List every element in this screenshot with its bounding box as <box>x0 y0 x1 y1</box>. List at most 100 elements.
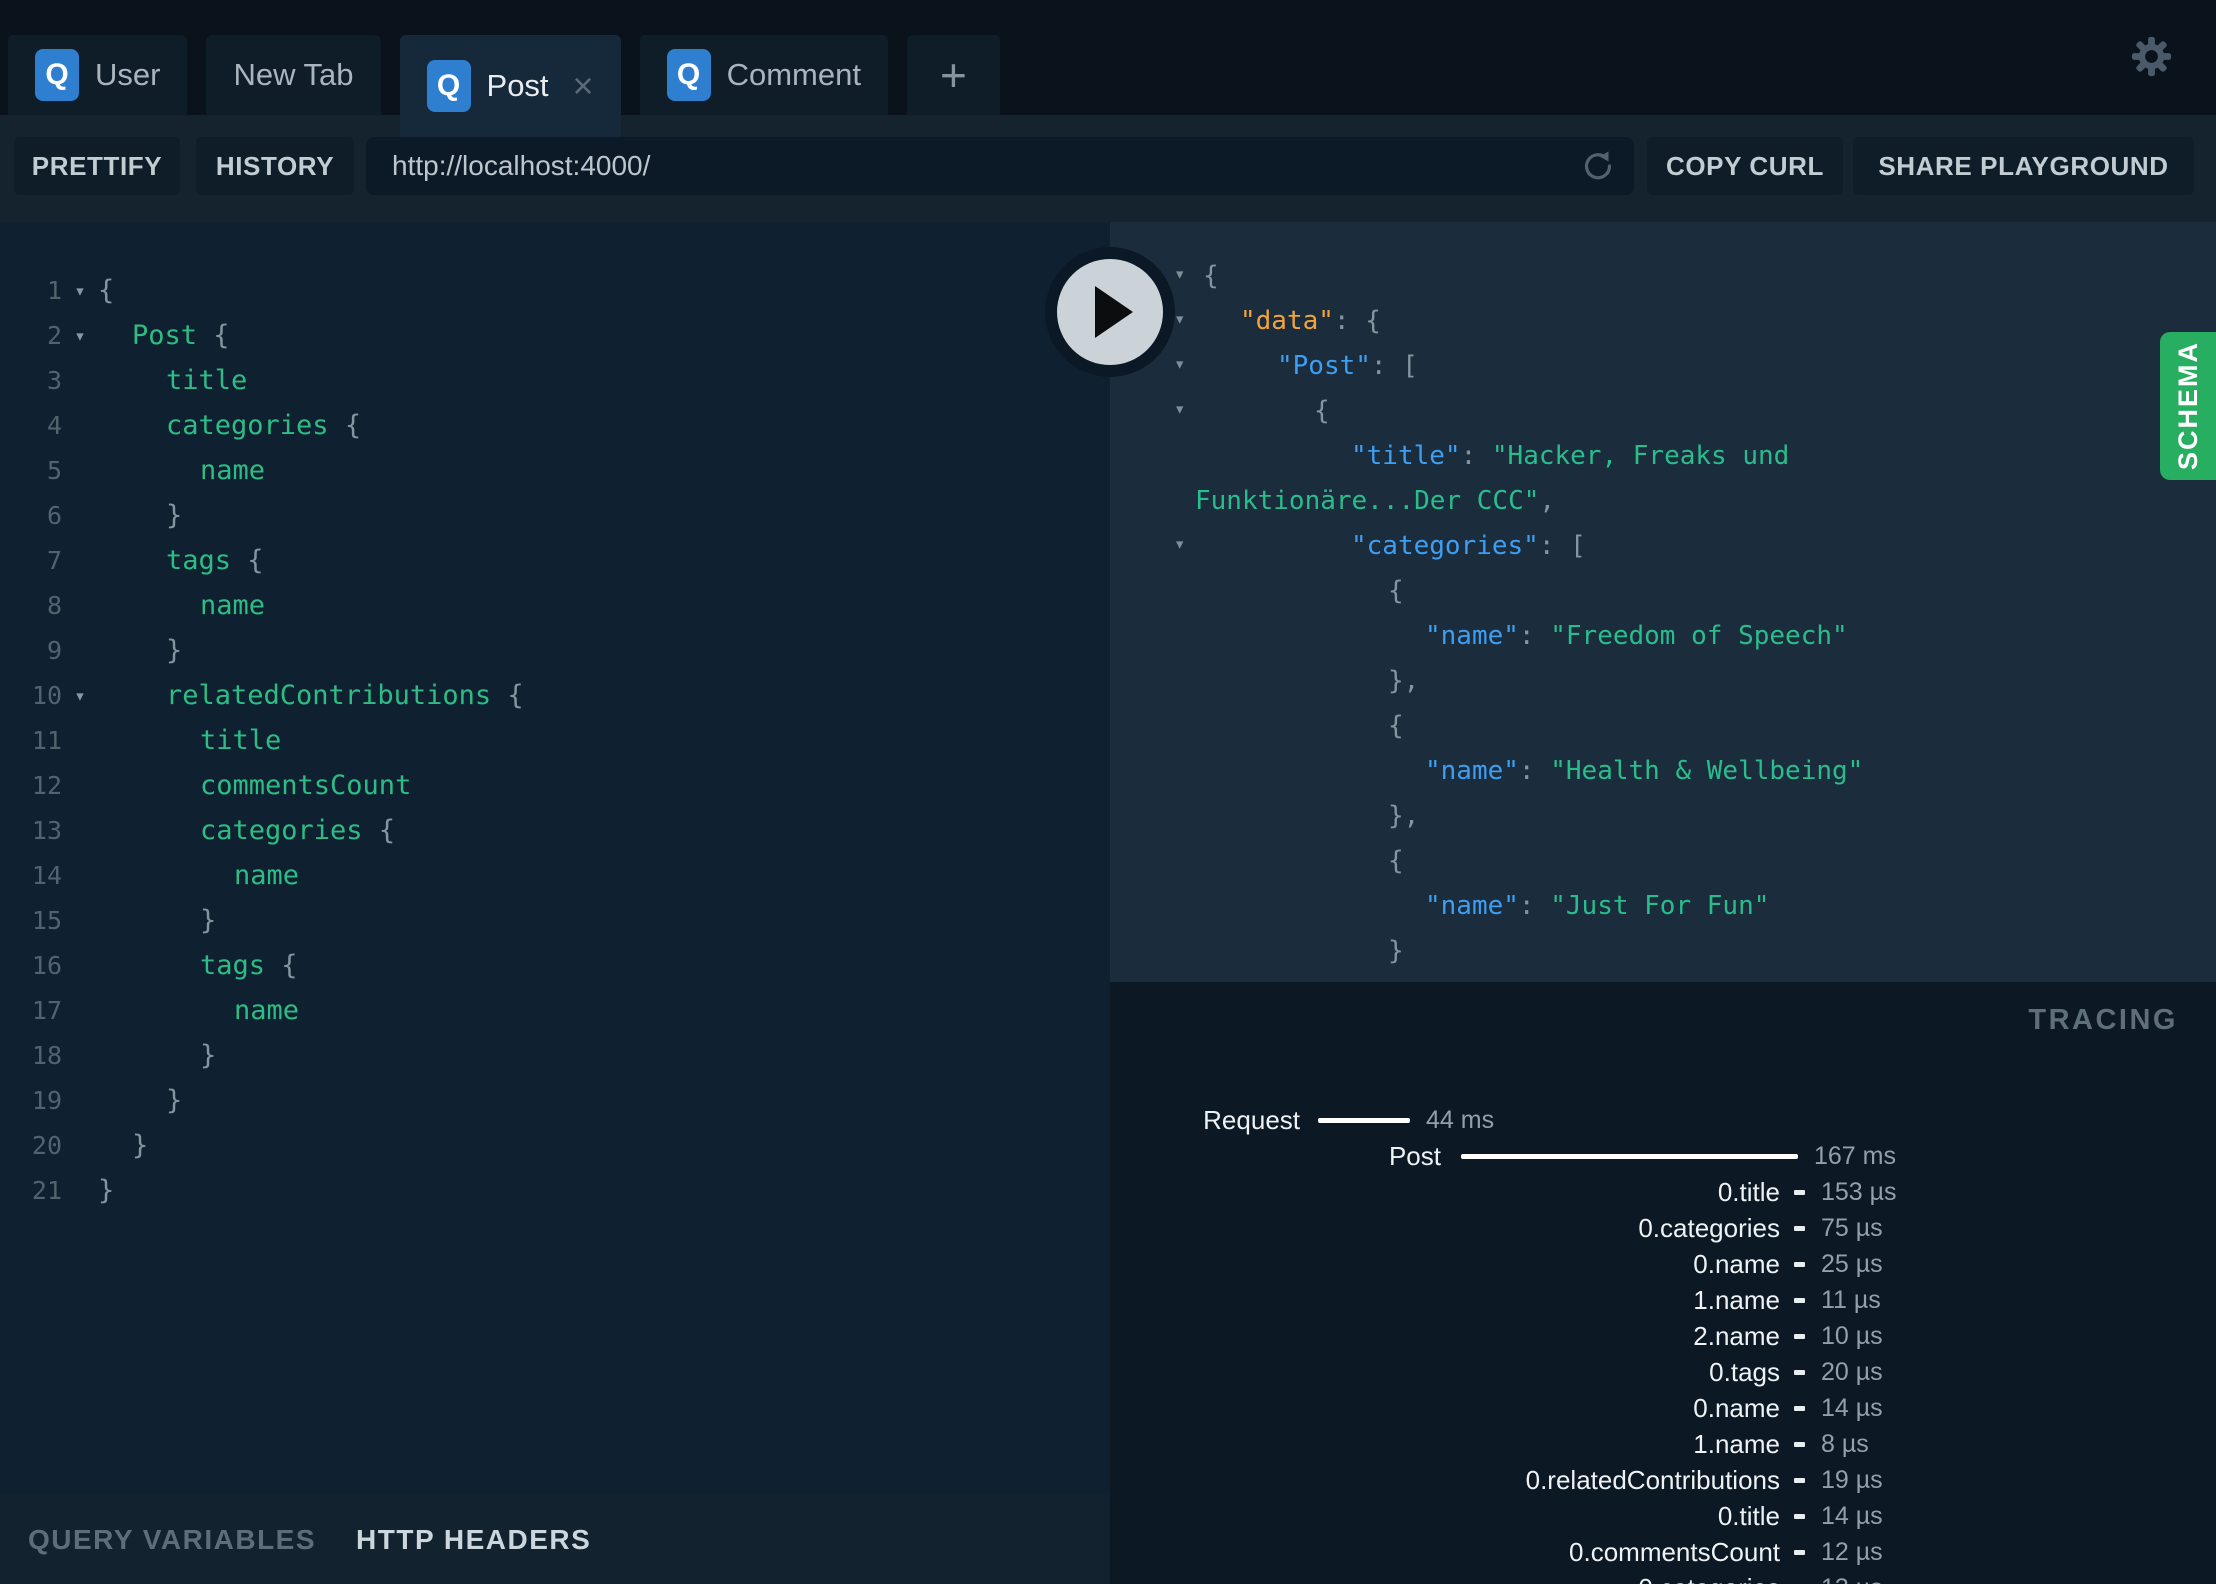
tracing-row: 0.title 153 µs <box>1110 1174 2216 1210</box>
code-token: title <box>166 365 248 396</box>
line-number: 6 <box>46 501 62 530</box>
response-line: { <box>1110 568 2216 613</box>
query-editor[interactable]: 1 ▾{2 ▾ Post {3 title 4 categories {5 name 6} 7 ta… <box>0 222 1110 1495</box>
tracing-row: 0.name 14 µs <box>1110 1390 2216 1426</box>
editor-line[interactable]: 12 commentsCount <box>0 763 1110 808</box>
code-text: } <box>1388 936 1404 966</box>
fold-arrow-icon[interactable]: ▾ <box>1174 310 1185 329</box>
code-text: } <box>98 500 182 531</box>
http-headers-tab[interactable]: HTTP HEADERS <box>356 1524 591 1556</box>
code-text: "title": "Hacker, Freaks und <box>1351 441 1789 471</box>
code-text: Funktionäre...Der CCC", <box>1195 486 1555 516</box>
code-token: { <box>1314 395 1330 426</box>
response-line: }, <box>1110 658 2216 703</box>
editor-line[interactable]: 13 categories { <box>0 808 1110 853</box>
editor-line[interactable]: 20} <box>0 1123 1110 1168</box>
tracing-row: 0.commentsCount 12 µs <box>1110 1534 2216 1570</box>
fold-arrow-icon[interactable]: ▾ <box>62 280 98 302</box>
editor-line[interactable]: 8 name <box>0 583 1110 628</box>
code-text: "categories": [ <box>1351 531 1586 561</box>
fold-arrow-icon[interactable]: ▾ <box>1174 400 1185 419</box>
tracing-time: 153 µs <box>1821 1177 1897 1206</box>
line-number: 1 <box>46 276 62 305</box>
code-text: "name": "Just For Fun" <box>1425 891 1769 921</box>
history-button[interactable]: HISTORY <box>196 137 354 195</box>
tracing-label: Request <box>1203 1104 1300 1135</box>
share-playground-button[interactable]: SHARE PLAYGROUND <box>1853 137 2194 195</box>
tracing-row: 0.title 14 µs <box>1110 1498 2216 1534</box>
line-number: 5 <box>46 456 62 485</box>
execute-button[interactable] <box>1045 247 1175 377</box>
query-badge-icon: Q <box>666 49 711 101</box>
editor-line[interactable]: 19} <box>0 1078 1110 1123</box>
editor-line[interactable]: 1 ▾{ <box>0 268 1110 313</box>
editor-line[interactable]: 16 tags { <box>0 943 1110 988</box>
code-token: { <box>328 410 362 441</box>
editor-line[interactable]: 21} <box>0 1168 1110 1213</box>
add-tab-button[interactable]: + <box>906 35 1000 115</box>
editor-line[interactable]: 14 name <box>0 853 1110 898</box>
editor-line[interactable]: 3 title <box>0 358 1110 403</box>
tracing-label: 0.title <box>1717 1176 1780 1207</box>
fold-arrow-icon[interactable]: ▾ <box>1174 265 1185 284</box>
code-text: }, <box>1388 801 1419 831</box>
line-number: 21 <box>31 1176 62 1205</box>
fold-arrow-icon[interactable]: ▾ <box>62 685 98 707</box>
code-token: { <box>98 275 115 306</box>
code-token: "name" <box>1425 620 1519 651</box>
code-token: } <box>132 1130 149 1161</box>
copy-curl-button[interactable]: COPY CURL <box>1647 137 1843 195</box>
code-text: "name": "Health & Wellbeing" <box>1425 756 1863 786</box>
tab-bar-region: Q User New Tab Q Post × Q Comment + <box>0 0 2216 137</box>
code-token: } <box>1388 935 1404 966</box>
code-token: { <box>362 815 396 846</box>
tracing-tick-icon <box>1794 1513 1805 1519</box>
response-line: Funktionäre...Der CCC", <box>1110 478 2216 523</box>
line-number: 10 <box>31 681 62 710</box>
editor-line[interactable]: 17 name <box>0 988 1110 1033</box>
reload-icon[interactable] <box>1580 148 1616 184</box>
close-icon[interactable]: × <box>573 68 594 104</box>
tab-post[interactable]: Q Post × <box>399 35 621 137</box>
code-text: commentsCount <box>98 770 411 801</box>
editor-footer: QUERY VARIABLES HTTP HEADERS <box>0 1495 1110 1584</box>
code-token: { <box>1203 260 1219 291</box>
code-token: tags <box>166 545 232 576</box>
editor-line[interactable]: 5 name <box>0 448 1110 493</box>
editor-line[interactable]: 15} <box>0 898 1110 943</box>
url-input[interactable] <box>366 137 1634 195</box>
code-text: title <box>98 365 247 396</box>
editor-line[interactable]: 4 categories { <box>0 403 1110 448</box>
schema-tab[interactable]: SCHEMA <box>2160 332 2216 480</box>
tracing-row: Request 44 ms <box>1110 1102 2216 1138</box>
tracing-tick-icon <box>1794 1225 1805 1231</box>
editor-line[interactable]: 18} <box>0 1033 1110 1078</box>
editor-line[interactable]: 11 title <box>0 718 1110 763</box>
tracing-time: 20 µs <box>1821 1357 1883 1386</box>
prettify-button[interactable]: PRETTIFY <box>14 137 180 195</box>
fold-arrow-icon[interactable]: ▾ <box>62 325 98 347</box>
editor-line[interactable]: 9} <box>0 628 1110 673</box>
tab-user[interactable]: Q User <box>8 35 188 115</box>
tracing-label: 1.name <box>1693 1284 1780 1315</box>
tracing-row: 0.categories 75 µs <box>1110 1210 2216 1246</box>
query-variables-tab[interactable]: QUERY VARIABLES <box>28 1524 316 1556</box>
fold-arrow-icon[interactable]: ▾ <box>1174 535 1185 554</box>
code-token: } <box>166 500 183 531</box>
editor-line[interactable]: 2 ▾ Post { <box>0 313 1110 358</box>
tab-comment[interactable]: Q Comment <box>639 35 888 115</box>
tracing-row: 2.name 10 µs <box>1110 1318 2216 1354</box>
code-token: : [ <box>1538 530 1586 561</box>
tab-new-tab[interactable]: New Tab <box>206 35 381 115</box>
code-token: "data" <box>1240 305 1334 336</box>
code-text: "data": { <box>1240 306 1381 336</box>
code-token: "Freedom of Speech" <box>1550 620 1848 651</box>
code-text: { <box>1314 396 1330 426</box>
fold-arrow-icon[interactable]: ▾ <box>1174 355 1185 374</box>
editor-line[interactable]: 6} <box>0 493 1110 538</box>
url-bar <box>366 137 1634 195</box>
editor-line[interactable]: 7 tags { <box>0 538 1110 583</box>
response-panel: ▾{▾ "data": {▾ "Post": [▾{"title": "Hacker… <box>1110 222 2216 982</box>
settings-gear-icon[interactable] <box>2128 33 2175 80</box>
editor-line[interactable]: 10 ▾ relatedContributions { <box>0 673 1110 718</box>
